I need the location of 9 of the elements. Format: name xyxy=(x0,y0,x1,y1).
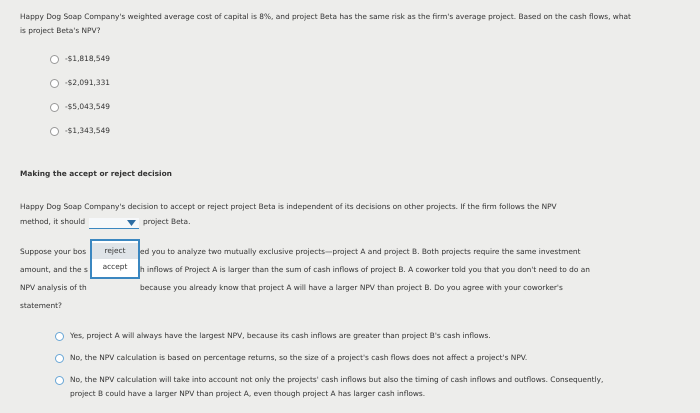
caret-icon xyxy=(127,220,136,226)
dropdown-field[interactable] xyxy=(89,218,140,230)
radio-button[interactable] xyxy=(55,354,64,364)
radio-button[interactable] xyxy=(55,332,64,342)
radio-button[interactable] xyxy=(50,78,59,88)
radio-button[interactable] xyxy=(55,376,64,386)
radio-button[interactable] xyxy=(50,126,59,136)
radio-button[interactable] xyxy=(50,102,59,112)
radio-button[interactable] xyxy=(50,54,59,64)
